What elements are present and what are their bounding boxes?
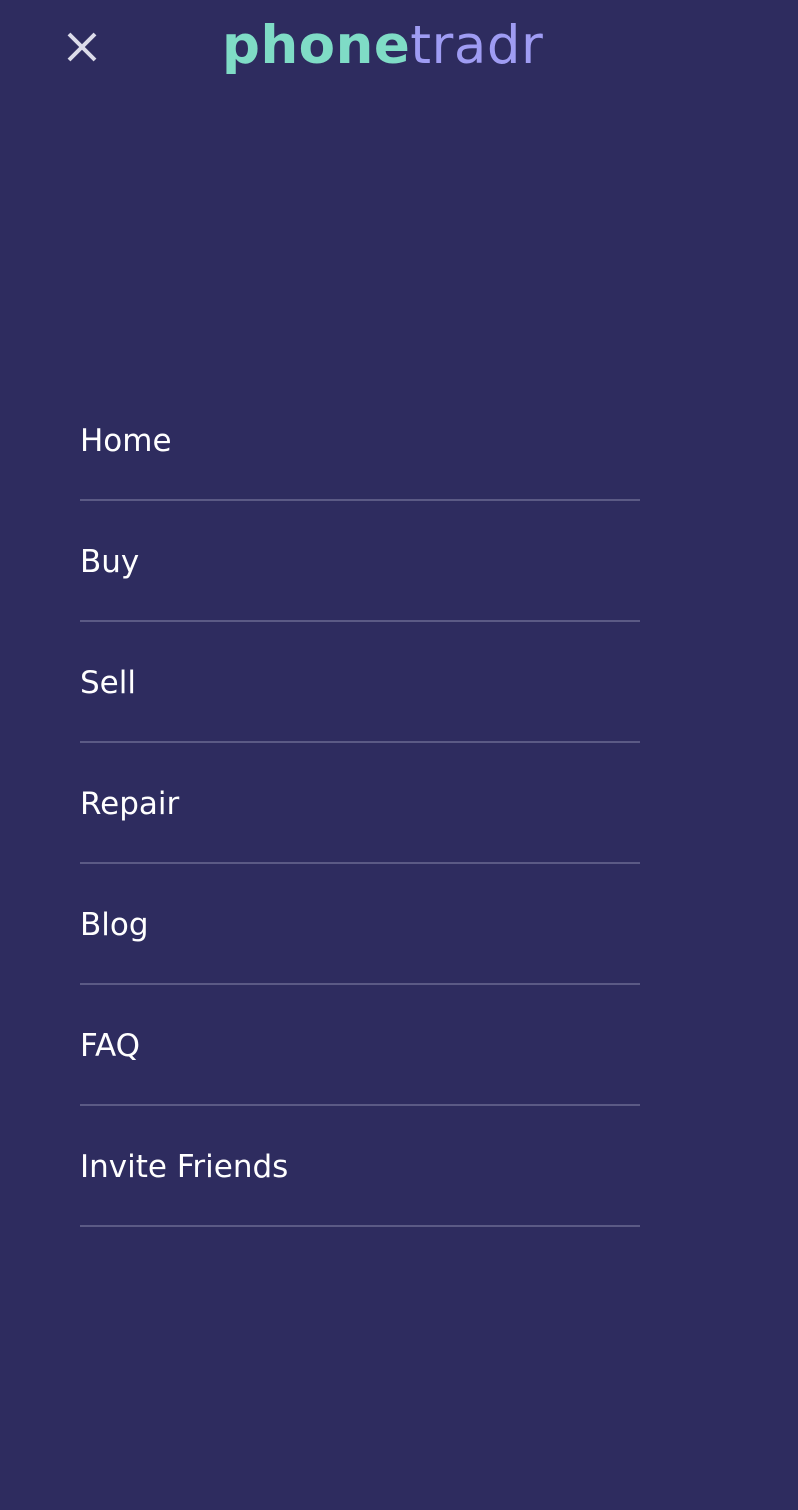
nav-item-repair[interactable]: Repair — [80, 743, 640, 864]
close-button[interactable] — [60, 25, 104, 69]
nav-item-buy[interactable]: Buy — [80, 501, 640, 622]
brand-logo[interactable]: phonetradr — [222, 12, 543, 80]
nav-item-invite-friends[interactable]: Invite Friends — [80, 1106, 640, 1227]
nav-item-label: Buy — [80, 543, 140, 580]
close-icon — [67, 32, 97, 62]
nav-item-sell[interactable]: Sell — [80, 622, 640, 743]
logo-text-tradr: tradr — [410, 15, 544, 76]
nav-item-label: FAQ — [80, 1027, 141, 1064]
nav-item-faq[interactable]: FAQ — [80, 985, 640, 1106]
nav-item-label: Home — [80, 422, 172, 459]
nav-item-label: Sell — [80, 664, 136, 701]
nav-item-blog[interactable]: Blog — [80, 864, 640, 985]
nav-item-label: Blog — [80, 906, 149, 943]
nav-menu: Home Buy Sell Repair Blog FAQ Invite Fri… — [80, 380, 640, 1227]
logo-text-phone: phone — [222, 15, 411, 76]
nav-item-home[interactable]: Home — [80, 380, 640, 501]
nav-item-label: Repair — [80, 785, 180, 822]
nav-item-label: Invite Friends — [80, 1148, 289, 1185]
header: phonetradr — [0, 0, 798, 96]
